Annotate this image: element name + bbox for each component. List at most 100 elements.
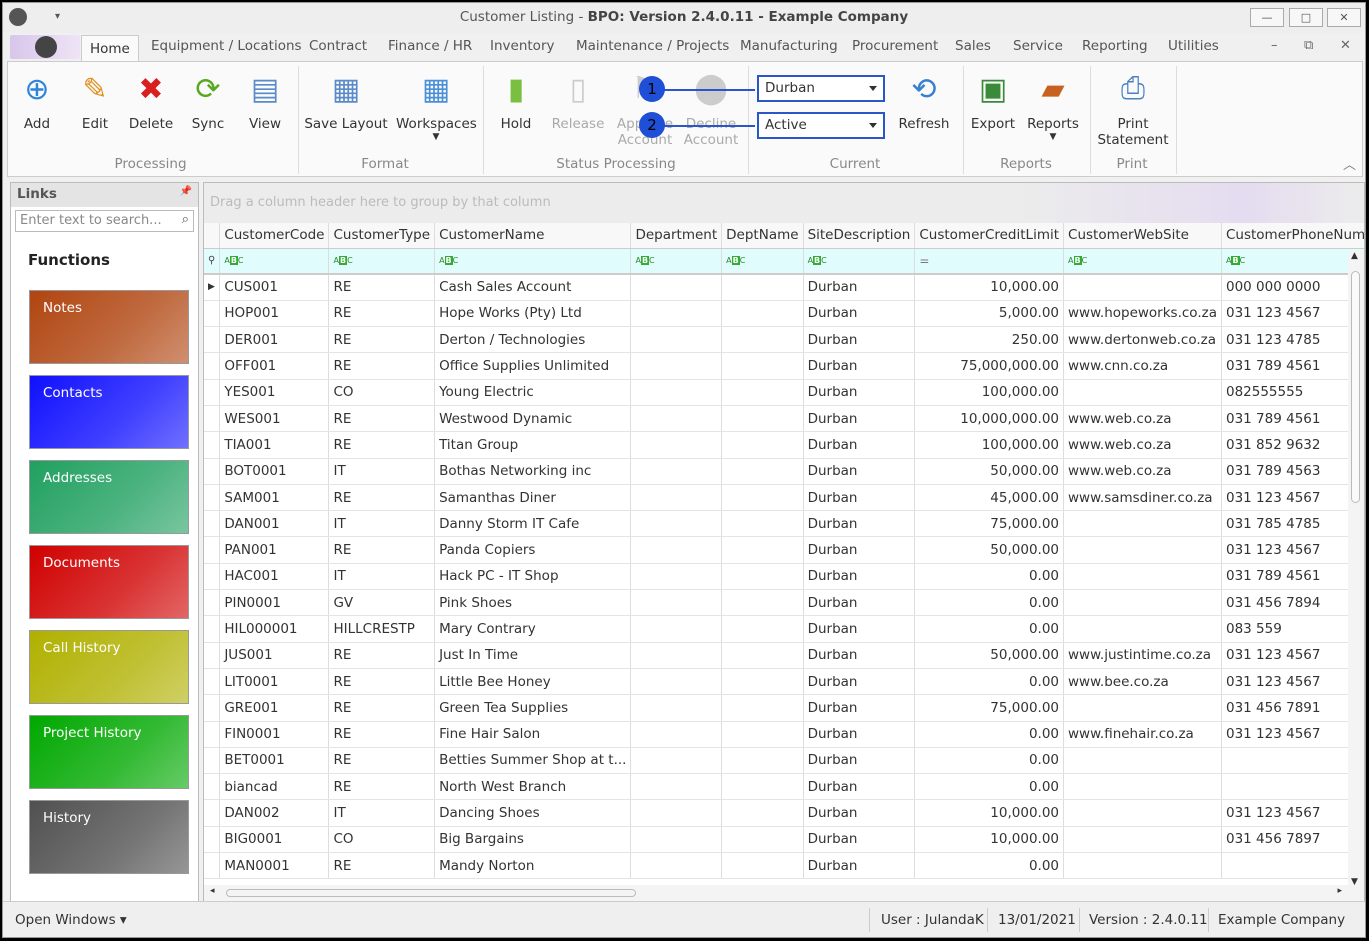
cell-customertype[interactable]: RE: [328, 352, 436, 380]
table-row[interactable]: DAN001 IT Danny Storm IT Cafe Durban 75,000.…: [204, 510, 1364, 538]
cell-deptname[interactable]: [721, 379, 804, 406]
cell-customerwebsite[interactable]: [1063, 773, 1222, 801]
tab-equipment-locations[interactable]: Equipment / Locations: [151, 38, 302, 54]
cell-customerphonenumber[interactable]: 031 123 4567: [1221, 484, 1364, 512]
cell-customertype[interactable]: RE: [328, 326, 436, 354]
cell-customerwebsite[interactable]: [1063, 799, 1222, 827]
vertical-scrollbar[interactable]: ▲ ▼: [1348, 251, 1364, 887]
cell-deptname[interactable]: [721, 589, 804, 617]
cell-customerwebsite[interactable]: [1063, 379, 1222, 406]
tab-finance-hr[interactable]: Finance / HR: [388, 38, 472, 54]
cell-sitedescription[interactable]: Durban: [803, 563, 916, 591]
cell-customercode[interactable]: FIN0001: [219, 721, 330, 748]
cell-customertype[interactable]: CO: [328, 826, 436, 854]
cell-customercreditlimit[interactable]: 100,000.00: [914, 431, 1065, 459]
hold-button[interactable]: ▮ Hold: [493, 68, 539, 133]
cell-customername[interactable]: Bothas Networking inc: [434, 458, 632, 485]
cell-customertype[interactable]: RE: [328, 642, 436, 669]
cell-customerphonenumber[interactable]: 031 123 4567: [1221, 668, 1364, 696]
cell-department[interactable]: [630, 615, 723, 643]
open-windows-menu[interactable]: Open Windows ▾: [15, 912, 127, 928]
site-filter-dropdown[interactable]: Durban: [757, 75, 885, 102]
cell-deptname[interactable]: [721, 352, 804, 380]
table-row[interactable]: ▶ CUS001 RE Cash Sales Account Durban 10,000.…: [204, 274, 1364, 301]
tile-project-history[interactable]: Project History: [29, 715, 189, 789]
cell-department[interactable]: [630, 431, 723, 459]
cell-customertype[interactable]: RE: [328, 694, 436, 722]
table-row[interactable]: GRE001 RE Green Tea Supplies Durban 75,000.0…: [204, 694, 1364, 722]
cell-customertype[interactable]: CO: [328, 379, 436, 406]
cell-customertype[interactable]: RE: [328, 274, 436, 301]
cell-customerphonenumber[interactable]: 000 000 0000: [1221, 274, 1364, 301]
cell-customercode[interactable]: SAM001: [219, 484, 330, 512]
cell-customertype[interactable]: IT: [328, 799, 436, 827]
cell-customertype[interactable]: RE: [328, 484, 436, 512]
cell-customertype[interactable]: RE: [328, 721, 436, 748]
cell-customerwebsite[interactable]: [1063, 536, 1222, 564]
cell-department[interactable]: [630, 799, 723, 827]
cell-customercreditlimit[interactable]: 100,000.00: [914, 379, 1065, 406]
cell-customername[interactable]: Mary Contrary: [434, 615, 632, 643]
cell-department[interactable]: [630, 274, 723, 301]
mdi-restore-icon[interactable]: ⧉: [1304, 38, 1313, 53]
print-statement-button[interactable]: ⎙ Print Statement: [1096, 68, 1170, 149]
column-header-deptname[interactable]: DeptName: [721, 223, 804, 249]
tab-sales[interactable]: Sales: [955, 38, 991, 54]
column-header-sitedescription[interactable]: SiteDescription: [803, 223, 916, 249]
table-row[interactable]: biancadRENorth West BranchDurban0.000: [204, 773, 1364, 801]
cell-customercode[interactable]: HIL000001: [219, 615, 330, 643]
cell-customername[interactable]: Hack PC - IT Shop: [434, 563, 632, 591]
cell-deptname[interactable]: [721, 431, 804, 459]
cell-customertype[interactable]: RE: [328, 405, 436, 433]
cell-deptname[interactable]: [721, 563, 804, 591]
cell-department[interactable]: [630, 536, 723, 564]
column-header-department[interactable]: Department: [630, 223, 723, 249]
filter-cell[interactable]: ABC: [803, 248, 916, 275]
cell-department[interactable]: [630, 352, 723, 380]
cell-sitedescription[interactable]: Durban: [803, 589, 916, 617]
export-button[interactable]: ▣ Export: [968, 68, 1018, 133]
close-button[interactable]: ✕: [1327, 8, 1361, 27]
table-row[interactable]: SAM001 RE Samanthas Diner Durban 45,000.00 ww…: [204, 484, 1364, 512]
cell-customercode[interactable]: YES001: [219, 379, 330, 406]
cell-customername[interactable]: Pink Shoes: [434, 589, 632, 617]
table-row[interactable]: FIN0001 RE Fine Hair Salon Durban 0.00 www.fi…: [204, 721, 1364, 748]
cell-customercode[interactable]: biancad: [219, 773, 330, 801]
cell-sitedescription[interactable]: Durban: [803, 405, 916, 433]
cell-customername[interactable]: Dancing Shoes: [434, 799, 632, 827]
cell-customerwebsite[interactable]: [1063, 510, 1222, 538]
cell-deptname[interactable]: [721, 747, 804, 775]
cell-customerwebsite[interactable]: www.justintime.co.za: [1063, 642, 1222, 669]
tab-maintenance-projects[interactable]: Maintenance / Projects: [576, 38, 729, 54]
scrollbar-thumb[interactable]: [226, 889, 636, 897]
cell-department[interactable]: [630, 484, 723, 512]
horizontal-scrollbar[interactable]: ◂ ▸: [204, 885, 1364, 901]
cell-deptname[interactable]: [721, 405, 804, 433]
maximize-button[interactable]: □: [1289, 8, 1323, 27]
cell-customerwebsite[interactable]: www.web.co.za: [1063, 431, 1222, 459]
cell-customername[interactable]: Office Supplies Unlimited: [434, 352, 632, 380]
cell-department[interactable]: [630, 563, 723, 591]
cell-customername[interactable]: Derton / Technologies: [434, 326, 632, 354]
cell-deptname[interactable]: [721, 773, 804, 801]
cell-customername[interactable]: Danny Storm IT Cafe: [434, 510, 632, 538]
mdi-close-icon[interactable]: ✕: [1340, 38, 1351, 53]
cell-deptname[interactable]: [721, 721, 804, 748]
cell-customercreditlimit[interactable]: 10,000.00: [914, 274, 1065, 301]
cell-customercode[interactable]: WES001: [219, 405, 330, 433]
tab-procurement[interactable]: Procurement: [852, 38, 938, 54]
delete-button[interactable]: ✖ Delete: [124, 68, 178, 133]
cell-customerphonenumber[interactable]: 082555555: [1221, 379, 1364, 406]
cell-sitedescription[interactable]: Durban: [803, 747, 916, 775]
cell-department[interactable]: [630, 668, 723, 696]
cell-customername[interactable]: Little Bee Honey: [434, 668, 632, 696]
decline-account-button[interactable]: ⬤ Decline Account: [680, 68, 742, 149]
cell-customertype[interactable]: RE: [328, 747, 436, 775]
table-row[interactable]: BET0001 RE Betties Summer Shop at t... Durb…: [204, 747, 1364, 775]
cell-sitedescription[interactable]: Durban: [803, 694, 916, 722]
cell-customerwebsite[interactable]: www.web.co.za: [1063, 405, 1222, 433]
cell-customerphonenumber[interactable]: 031 456 7894: [1221, 589, 1364, 617]
tile-history[interactable]: History: [29, 800, 189, 874]
cell-customercode[interactable]: BOT0001: [219, 458, 330, 485]
cell-customercode[interactable]: PIN0001: [219, 589, 330, 617]
